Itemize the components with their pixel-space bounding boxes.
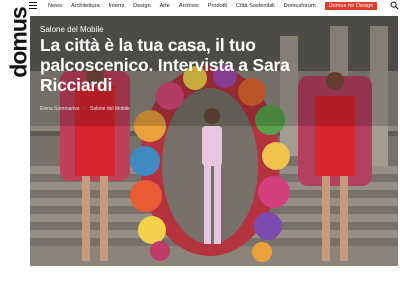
nav-item-architettura[interactable]: Architettura xyxy=(71,3,100,9)
nav-item-archivio[interactable]: Archivio xyxy=(179,3,199,9)
search-icon[interactable] xyxy=(390,1,399,10)
main-nav: News Architettura Interni Design Arte Ar… xyxy=(48,1,378,10)
article-category[interactable]: Salone del Mobile xyxy=(40,25,104,34)
nav-item-citta-sostenibili[interactable]: Città Sostenibili xyxy=(236,3,275,9)
domus-logo[interactable]: domus xyxy=(6,4,32,80)
nav-item-domus-for-design[interactable]: Domus for Design xyxy=(324,1,378,10)
article-title: La città è la tua casa, il tuo palcoscen… xyxy=(40,35,290,95)
logo-text: domus xyxy=(5,6,32,78)
hero-image[interactable]: Salone del Mobile La città è la tua casa… xyxy=(30,16,398,266)
byline-separator: · xyxy=(83,106,86,112)
nav-item-news[interactable]: News xyxy=(48,3,62,9)
byline: Elena Sommariva · Salone del Mobile xyxy=(40,106,133,112)
nav-item-design[interactable]: Design xyxy=(133,3,150,9)
nav-item-interni[interactable]: Interni xyxy=(109,3,125,9)
nav-item-prodotti[interactable]: Prodotti xyxy=(208,3,227,9)
nav-item-domusforum[interactable]: Domusforum xyxy=(284,3,316,9)
author-name[interactable]: Elena Sommariva xyxy=(40,106,79,112)
section-link[interactable]: Salone del Mobile xyxy=(90,106,130,112)
hamburger-menu-icon[interactable] xyxy=(29,2,37,9)
nav-item-arte[interactable]: Arte xyxy=(160,3,170,9)
